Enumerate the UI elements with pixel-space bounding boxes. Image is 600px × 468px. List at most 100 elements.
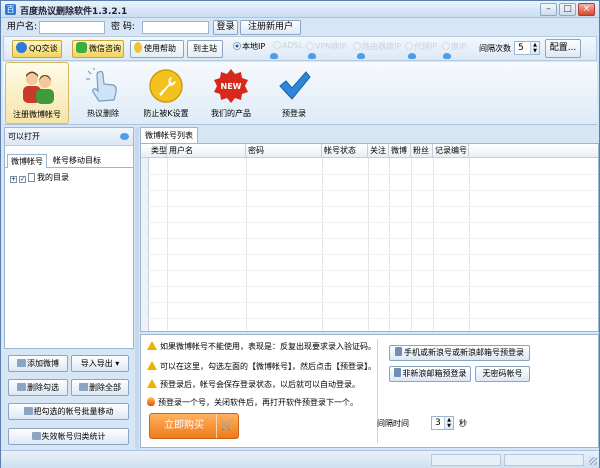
close-button[interactable]: × [578,3,595,16]
status-bar [1,450,599,468]
delete-checked-button[interactable]: 删除勾选 [8,379,68,396]
radio-label: 换IP [451,42,467,51]
import-export-button[interactable]: 导入导出 ▾ [71,355,129,372]
spin-arrows-icon[interactable]: ▲ ▼ [444,417,453,429]
account-grid[interactable]: 类型 用户名 密码 帐号状态 关注 微博 粉丝 记录编号 [140,143,599,332]
fire-icon [147,397,155,406]
radio-label: ADSL [282,41,304,50]
grid-line [433,158,434,331]
radio-adsl[interactable]: ADSL [273,41,303,50]
radio-local-ip[interactable]: 本地IP [233,41,265,52]
nopassword-account-button[interactable]: 无密码帐号 [475,366,530,382]
hot-delete-label: 热议删除 [87,109,119,118]
add-weibo-label: 添加微博 [27,359,59,368]
config-button[interactable]: 配置... [545,39,581,58]
invalid-stats-button[interactable]: 失效帐号归类统计 [8,428,129,445]
column-fans[interactable]: 粉丝 [411,144,433,158]
buy-now-label: 立即购买 [164,420,204,431]
help-label: 使用帮助 [144,44,176,53]
qq-icon [16,42,27,53]
radio-vpn[interactable]: VPN换IP [306,41,346,52]
radio-proxy[interactable]: 代理IP [405,41,437,52]
tab-move-target[interactable]: 帐号移动目标 [50,154,104,168]
password-input[interactable] [142,21,209,34]
column-follow[interactable]: 关注 [368,144,389,158]
panel-collapse-icon[interactable] [120,133,129,140]
phone-icon [393,368,401,377]
grid-line [411,158,412,331]
main-toolbar: QQ交谈 微信咨询 使用帮助 到主站 本地IP ADSL VPN换IP 路由器换… [3,36,597,61]
grid-line [141,222,598,223]
mobile-prelogin-button[interactable]: 手机或新浪号或新浪邮箱号预登录 [389,345,530,361]
delete-all-button[interactable]: 删除全部 [71,379,129,396]
nonsina-prelogin-label: 非新浪邮箱预登录 [402,369,467,378]
tip-text: 预登录后，帐号会保存登录状态，以后就可以自动登录。 [160,380,360,389]
tip-item: 预登录后，帐号会保存登录状态，以后就可以自动登录。 [147,379,360,390]
anti-k-setting-label: 防止被K设置 [143,109,189,118]
window-title: 百度热议删除软件1.3.2.1 [20,7,128,17]
app-icon: 百 [5,4,16,15]
column-password[interactable]: 密码 [246,144,322,158]
splitter[interactable] [135,127,139,449]
tip-item: 可以在这里，勾选左面的【微博帐号】，然后点击【预登录】。 [147,361,376,372]
column-record-id[interactable]: 记录编号 [433,144,469,158]
radio-dot [405,42,413,50]
app-window: 百 百度热议删除软件1.3.2.1 – □ × 用户名: 密 码: 登录 注册新… [0,0,600,468]
tree-expand-icon[interactable]: + [10,176,17,183]
radio-dot [442,42,450,50]
radio-dot [233,42,241,50]
pointer-hand-icon [86,68,117,102]
tab-weibo-account[interactable]: 微博帐号 [7,154,47,168]
resize-grip-icon[interactable] [589,457,597,465]
column-status[interactable]: 帐号状态 [322,144,368,158]
tip-item: 预登录一个号，关闭软件后，再打开软件预登录下一个。 [147,397,358,408]
batch-move-button[interactable]: 把勾选的帐号批量移动 [8,403,129,420]
left-panel-header-label: 可以打开 [8,132,40,141]
tab-account-list[interactable]: 微博帐号列表 [140,127,198,143]
left-tabs: 微博帐号 帐号移动目标 [5,154,133,168]
minimize-button[interactable]: – [540,3,557,16]
radio-label: 本地IP [242,42,266,51]
radio-change-ip[interactable]: 换IP [442,41,466,52]
wechat-consult-button[interactable]: 微信咨询 [72,40,124,58]
help-button[interactable]: 使用帮助 [130,40,184,58]
interval-unit-label: 秒 [459,419,467,428]
tip-item: 如果微博帐号不能使用，表现是：反复出现要求录入验证码。 [147,341,376,352]
spin-arrows-icon[interactable]: ▲ ▼ [530,42,539,54]
directory-tree: + ✓ 我的目录 [10,172,69,183]
nonsina-prelogin-button[interactable]: 非新浪邮箱预登录 [389,366,471,382]
maximize-button[interactable]: □ [559,3,576,16]
our-products-tool[interactable]: NEW 我们的产品 [199,62,263,124]
password-label: 密 码: [111,22,135,32]
pre-login-tool[interactable]: 预登录 [262,62,326,124]
info-panel: 如果微博帐号不能使用，表现是：反复出现要求录入验证码。 可以在这里，勾选左面的【… [140,334,599,448]
mobile-prelogin-label: 手机或新浪号或新浪邮箱号预登录 [404,348,524,357]
interval-count-stepper[interactable]: 5 ▲ ▼ [514,41,540,55]
radio-router[interactable]: 路由器换IP [353,41,401,52]
grid-line [389,158,390,331]
register-button[interactable]: 注册新用户 [240,20,301,35]
qq-chat-button[interactable]: QQ交谈 [12,40,62,58]
new-badge-icon: NEW [214,69,248,103]
users-icon [23,71,54,104]
radio-dot [353,42,361,50]
buy-now-button[interactable]: 立即购买 🛒 [149,413,239,439]
lightbulb-icon [134,42,142,53]
interval-time-stepper[interactable]: 3 ▲ ▼ [431,416,454,430]
add-weibo-button[interactable]: 添加微博 [8,355,68,372]
column-weibo[interactable]: 微博 [389,144,411,158]
username-input[interactable] [39,21,105,34]
interval-count-value: 5 [518,43,524,53]
status-cell [504,454,584,466]
wifi-icon [270,53,278,59]
column-type[interactable]: 类型 [149,144,167,158]
hot-delete-tool[interactable]: 热议删除 [71,62,135,124]
column-username[interactable]: 用户名 [167,144,246,158]
tree-root-label[interactable]: 我的目录 [37,173,69,182]
go-home-button[interactable]: 到主站 [187,40,223,58]
anti-k-setting-tool[interactable]: 防止被K设置 [134,62,198,124]
login-button[interactable]: 登录 [213,20,238,35]
tree-checkbox[interactable]: ✓ [19,176,26,183]
our-products-label: 我们的产品 [211,109,251,118]
register-weibo-tool[interactable]: 注册微博帐号 [5,62,69,124]
